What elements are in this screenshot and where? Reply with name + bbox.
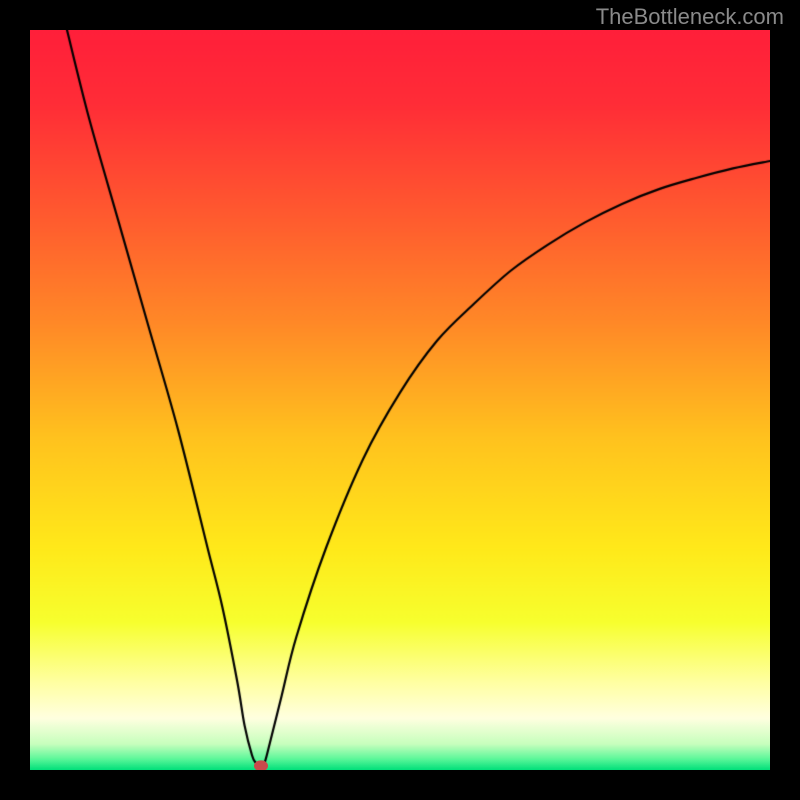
chart-frame: TheBottleneck.com	[0, 0, 800, 800]
watermark-text: TheBottleneck.com	[596, 4, 784, 30]
bottleneck-curve	[30, 30, 770, 770]
sweet-spot-marker	[254, 760, 268, 770]
plot-area	[30, 30, 770, 770]
